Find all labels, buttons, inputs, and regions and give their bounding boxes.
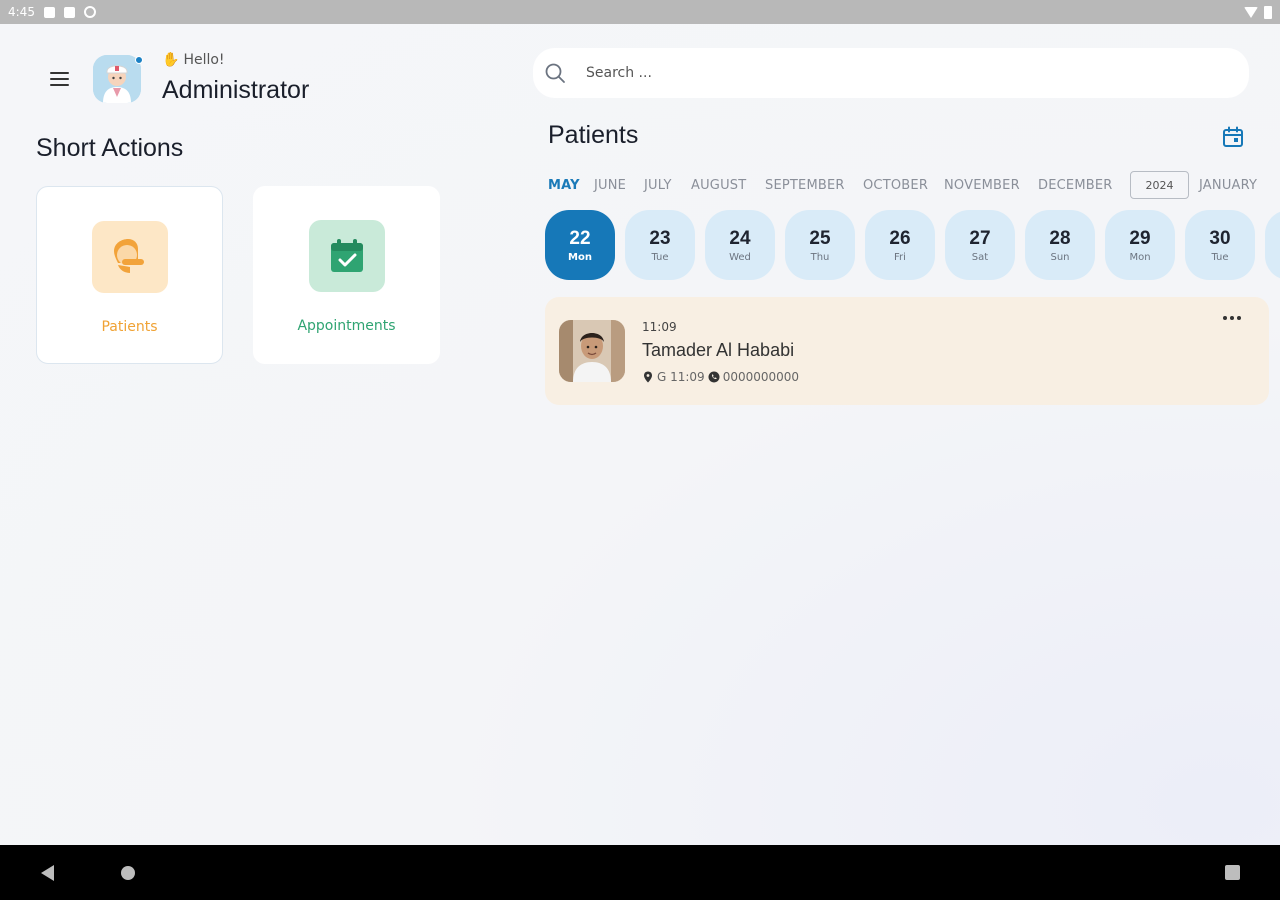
month-december[interactable]: DECEMBER bbox=[1038, 178, 1113, 193]
user-name: Administrator bbox=[162, 76, 310, 104]
day-number: 22 bbox=[569, 227, 591, 249]
short-actions-title: Short Actions bbox=[36, 134, 184, 162]
day-pill[interactable]: 30 Tue bbox=[1185, 210, 1255, 280]
day-weekday: Thu bbox=[810, 251, 830, 263]
waving-hand-icon: ✋ bbox=[162, 52, 180, 68]
day-number: 23 bbox=[649, 227, 671, 249]
day-number: 28 bbox=[1049, 227, 1071, 249]
day-number: 30 bbox=[1209, 227, 1231, 249]
day-weekday: Wed bbox=[729, 251, 751, 263]
day-pill[interactable]: 25 Thu bbox=[785, 210, 855, 280]
patient-phone: 0000000000 bbox=[722, 370, 800, 384]
appointment-time: 11:09 bbox=[642, 320, 677, 334]
patient-icon bbox=[91, 221, 168, 293]
day-number: 29 bbox=[1129, 227, 1151, 249]
sd-card-icon bbox=[63, 6, 75, 18]
more-options-icon[interactable] bbox=[1221, 311, 1243, 325]
day-pill-partial[interactable] bbox=[1265, 210, 1280, 280]
appointments-action-label: Appointments bbox=[297, 318, 396, 334]
back-icon[interactable] bbox=[41, 865, 54, 881]
phone-icon bbox=[708, 371, 720, 383]
year-label: 2024 bbox=[1130, 171, 1189, 199]
month-september[interactable]: SEPTEMBER bbox=[765, 178, 845, 193]
location-pin-icon bbox=[644, 371, 652, 383]
recent-apps-icon[interactable] bbox=[1225, 865, 1240, 880]
calendar-icon[interactable] bbox=[1221, 125, 1245, 149]
day-pill[interactable]: 23 Tue bbox=[625, 210, 695, 280]
patients-action-card[interactable]: Patients bbox=[36, 186, 223, 364]
patient-name: Tamader Al Hababi bbox=[642, 340, 795, 360]
appointments-action-card[interactable]: Appointments bbox=[253, 186, 440, 364]
home-icon[interactable] bbox=[121, 866, 135, 880]
status-bar: 4:45 bbox=[0, 0, 1280, 24]
day-pill[interactable]: 29 Mon bbox=[1105, 210, 1175, 280]
status-time: 4:45 bbox=[8, 5, 35, 19]
month-july[interactable]: JULY bbox=[644, 178, 672, 193]
day-weekday: Tue bbox=[1211, 251, 1229, 263]
notification-icon bbox=[43, 6, 55, 18]
search-input[interactable] bbox=[586, 65, 1186, 81]
day-pill[interactable]: 22 Mon bbox=[545, 210, 615, 280]
day-weekday: Mon bbox=[1129, 251, 1151, 263]
wifi-icon bbox=[1244, 6, 1258, 18]
day-number: 24 bbox=[729, 227, 751, 249]
appointment-card[interactable]: 11:09 Tamader Al Hababi G 11:09 00000000… bbox=[545, 297, 1269, 405]
day-pill[interactable]: 27 Sat bbox=[945, 210, 1015, 280]
greeting: ✋ Hello! bbox=[162, 52, 225, 68]
online-status-dot bbox=[135, 56, 143, 64]
day-pill[interactable]: 26 Fri bbox=[865, 210, 935, 280]
battery-icon bbox=[1264, 5, 1272, 19]
month-august[interactable]: AUGUST bbox=[691, 178, 746, 193]
menu-icon[interactable] bbox=[50, 72, 69, 86]
day-number: 27 bbox=[969, 227, 991, 249]
month-november[interactable]: NOVEMBER bbox=[944, 178, 1020, 193]
appointment-room: G 11:09 bbox=[657, 370, 705, 384]
day-weekday: Fri bbox=[894, 251, 906, 263]
system-navigation-bar bbox=[0, 845, 1280, 900]
calendar-check-icon bbox=[308, 220, 385, 292]
avatar[interactable] bbox=[93, 55, 141, 103]
search-bar[interactable] bbox=[533, 48, 1249, 98]
month-october[interactable]: OCTOBER bbox=[863, 178, 928, 193]
month-january[interactable]: JANUARY bbox=[1199, 178, 1257, 193]
month-june[interactable]: JUNE bbox=[594, 178, 626, 193]
appointment-meta: G 11:09 0000000000 bbox=[642, 370, 799, 384]
month-may[interactable]: MAY bbox=[548, 178, 580, 193]
day-weekday: Sun bbox=[1050, 251, 1070, 263]
patients-title: Patients bbox=[548, 121, 639, 149]
patient-photo bbox=[559, 320, 625, 382]
search-icon bbox=[545, 63, 565, 83]
data-saver-icon bbox=[83, 6, 96, 18]
day-pill[interactable]: 28 Sun bbox=[1025, 210, 1095, 280]
day-weekday: Sat bbox=[971, 251, 989, 263]
day-pill[interactable]: 24 Wed bbox=[705, 210, 775, 280]
greeting-text: Hello! bbox=[183, 52, 225, 68]
day-weekday: Tue bbox=[651, 251, 669, 263]
day-weekday: Mon bbox=[568, 251, 592, 263]
day-number: 25 bbox=[809, 227, 831, 249]
main-area: ✋ Hello! Administrator Short Actions Pat… bbox=[0, 24, 1280, 845]
patients-action-label: Patients bbox=[101, 319, 158, 335]
day-selector: 22 Mon 23 Tue 24 Wed 25 Thu 26 Fri 27 Sa… bbox=[545, 210, 1280, 282]
day-number: 26 bbox=[889, 227, 911, 249]
month-selector: MAY JUNE JULY AUGUST SEPTEMBER OCTOBER N… bbox=[548, 171, 1280, 201]
